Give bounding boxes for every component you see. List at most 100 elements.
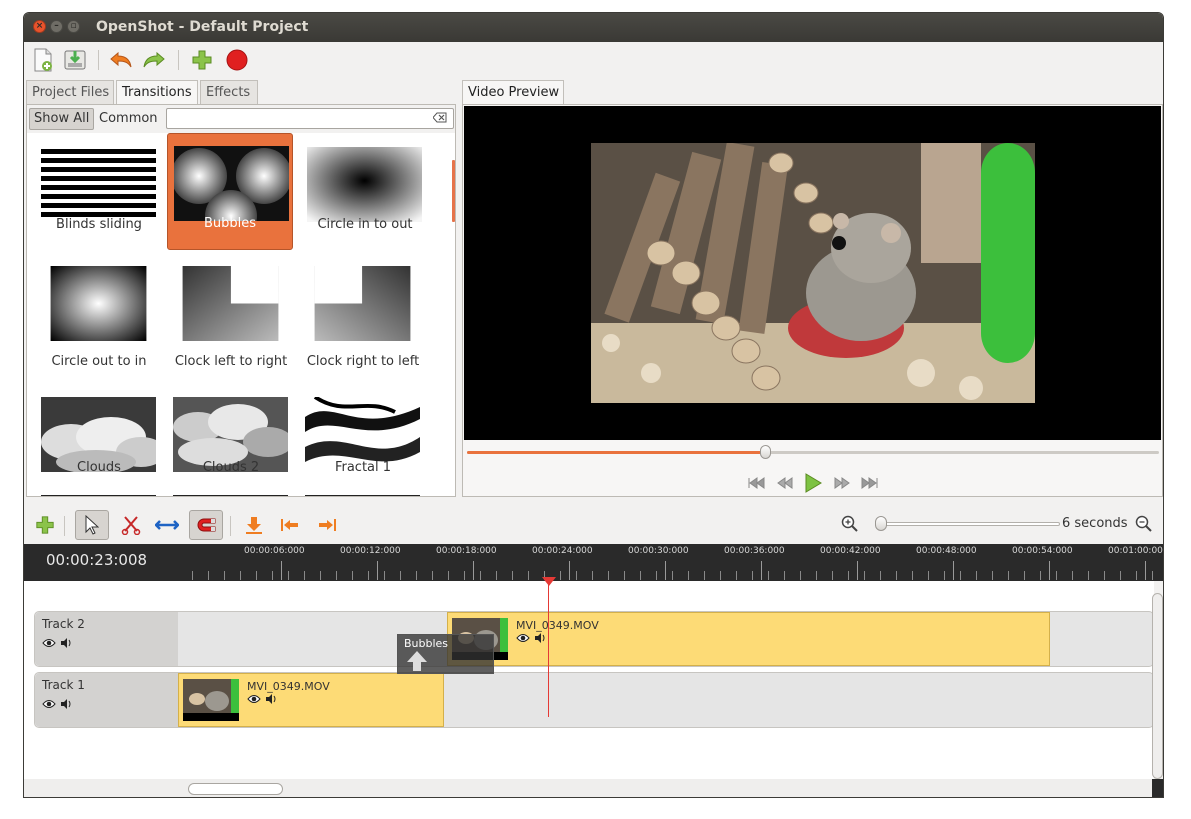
transitions-grid: Blinds sliding Bubbles Circle in to out … bbox=[27, 133, 452, 496]
video-image bbox=[591, 143, 1035, 403]
tab-transitions[interactable]: Transitions bbox=[116, 80, 198, 105]
transition-item[interactable]: Clouds 2 bbox=[161, 385, 288, 496]
ruler-minor-tick bbox=[928, 571, 929, 580]
ruler-tick-label: 00:00:54:000 bbox=[1012, 546, 1073, 556]
new-project-icon[interactable] bbox=[30, 47, 56, 73]
playhead-line[interactable] bbox=[548, 581, 549, 717]
ruler-minor-tick bbox=[368, 571, 369, 580]
ruler-minor-tick bbox=[800, 571, 801, 580]
tab-effects[interactable]: Effects bbox=[200, 80, 258, 104]
ruler-minor-tick bbox=[1104, 571, 1105, 580]
track-controls bbox=[42, 699, 72, 709]
ruler-major-tick bbox=[665, 561, 666, 580]
ruler-minor-tick bbox=[320, 571, 321, 580]
ruler-minor-tick bbox=[384, 571, 385, 580]
transition-item[interactable]: Circle in to out bbox=[295, 135, 422, 252]
ruler-minor-tick bbox=[960, 571, 961, 580]
ruler-minor-tick bbox=[880, 571, 881, 580]
partial-thumb bbox=[173, 495, 288, 496]
video-clip[interactable]: MVI_0349.MOV bbox=[178, 673, 444, 727]
clear-search-icon[interactable] bbox=[433, 112, 447, 123]
rewind-icon[interactable] bbox=[775, 473, 795, 493]
ruler-minor-tick bbox=[240, 571, 241, 580]
ruler-minor-tick bbox=[752, 571, 753, 580]
transition-label: Clock left to right bbox=[174, 354, 288, 369]
undo-icon[interactable] bbox=[108, 47, 134, 73]
ruler-minor-tick bbox=[1056, 571, 1057, 580]
eye-icon[interactable] bbox=[42, 699, 56, 709]
eye-icon[interactable] bbox=[247, 694, 261, 704]
transitions-scrollbar[interactable] bbox=[452, 160, 455, 222]
clip-name: MVI_0349.MOV bbox=[516, 619, 599, 632]
record-icon[interactable] bbox=[224, 47, 250, 73]
search-input[interactable] bbox=[166, 108, 454, 129]
add-marker-icon[interactable] bbox=[241, 512, 267, 538]
ruler-tick-label: 00:00:48:000 bbox=[916, 546, 977, 556]
zoom-in-icon[interactable] bbox=[837, 511, 863, 537]
transition-item[interactable]: Clouds bbox=[29, 385, 156, 496]
tracks-horizontal-scrollbar[interactable] bbox=[24, 779, 1154, 797]
filter-bar: Show All Common bbox=[27, 105, 455, 133]
speaker-icon[interactable] bbox=[265, 694, 277, 704]
track-controls bbox=[42, 638, 72, 648]
add-track-icon[interactable] bbox=[32, 512, 58, 538]
snapping-magnet-icon[interactable] bbox=[189, 510, 223, 540]
previous-marker-icon[interactable] bbox=[277, 512, 303, 538]
transition-label: Clock right to left bbox=[306, 354, 420, 369]
jump-start-icon[interactable] bbox=[746, 473, 766, 493]
razor-tool-icon[interactable] bbox=[118, 512, 144, 538]
show-all-button[interactable]: Show All bbox=[29, 108, 95, 130]
zoom-slider-handle[interactable] bbox=[875, 516, 887, 531]
tab-video-preview[interactable]: Video Preview bbox=[462, 80, 564, 105]
speaker-icon[interactable] bbox=[60, 638, 72, 648]
jump-end-icon[interactable] bbox=[860, 473, 880, 493]
transition-item[interactable]: Fractal 1 bbox=[293, 385, 420, 496]
close-window-button[interactable]: × bbox=[33, 20, 46, 33]
resize-tool-icon[interactable] bbox=[154, 512, 180, 538]
clip-thumbnail bbox=[183, 679, 239, 721]
scroll-corner bbox=[1152, 779, 1163, 797]
zoom-slider-track[interactable] bbox=[876, 522, 1060, 526]
seek-handle[interactable] bbox=[760, 445, 771, 459]
speaker-icon[interactable] bbox=[534, 633, 546, 643]
transition-item[interactable]: Clock left to right bbox=[161, 254, 287, 371]
transition-item[interactable]: Clock right to left bbox=[293, 254, 419, 371]
clip-controls bbox=[516, 633, 546, 643]
close-icon: × bbox=[35, 21, 44, 31]
tab-project-files[interactable]: Project Files bbox=[26, 80, 114, 104]
eye-icon[interactable] bbox=[42, 638, 56, 648]
ruler-minor-tick bbox=[1040, 571, 1041, 580]
transition-item[interactable]: Circle out to in bbox=[29, 254, 155, 371]
ruler-major-tick bbox=[1145, 561, 1146, 580]
fast-forward-icon[interactable] bbox=[832, 473, 852, 493]
ruler-minor-tick bbox=[640, 571, 641, 580]
zoom-out-icon[interactable] bbox=[1131, 511, 1157, 537]
minimize-window-button[interactable]: – bbox=[50, 20, 63, 33]
horizontal-scroll-handle[interactable] bbox=[188, 783, 283, 795]
import-files-icon[interactable] bbox=[189, 47, 215, 73]
video-clip[interactable]: MVI_0349.MOV bbox=[447, 612, 1050, 666]
clip-name: MVI_0349.MOV bbox=[247, 680, 330, 693]
transition-item[interactable]: Blinds sliding bbox=[29, 135, 156, 252]
timeline-ruler[interactable]: 00:00:23:008 00:00:06:000 00:00:12:000 00:… bbox=[24, 544, 1163, 581]
maximize-window-button[interactable]: ▫ bbox=[67, 20, 80, 33]
ruler-tick-label: 00:00:30:000 bbox=[628, 546, 689, 556]
play-icon[interactable] bbox=[803, 473, 823, 493]
dragged-transition[interactable]: Bubbles bbox=[397, 634, 494, 674]
bubbles-thumb bbox=[174, 146, 289, 221]
track-2[interactable]: Track 2 MVI_0349.MOV bbox=[34, 611, 1154, 667]
ruler-major-tick bbox=[857, 561, 858, 580]
next-marker-icon[interactable] bbox=[314, 512, 340, 538]
ruler-minor-tick bbox=[864, 571, 865, 580]
redo-icon[interactable] bbox=[141, 47, 167, 73]
transitions-panel: Show All Common Blinds sliding Bubbles C… bbox=[26, 104, 456, 497]
track-1[interactable]: Track 1 MVI_0349.MOV bbox=[34, 672, 1154, 728]
transition-item-selected[interactable]: Bubbles bbox=[167, 133, 293, 250]
eye-icon[interactable] bbox=[516, 633, 530, 643]
select-tool-icon[interactable] bbox=[75, 510, 109, 540]
speaker-icon[interactable] bbox=[60, 699, 72, 709]
tracks-vertical-scrollbar[interactable] bbox=[1152, 593, 1163, 779]
playhead-marker[interactable] bbox=[542, 577, 556, 586]
save-project-icon[interactable] bbox=[62, 47, 88, 73]
common-button[interactable]: Common bbox=[99, 111, 158, 126]
